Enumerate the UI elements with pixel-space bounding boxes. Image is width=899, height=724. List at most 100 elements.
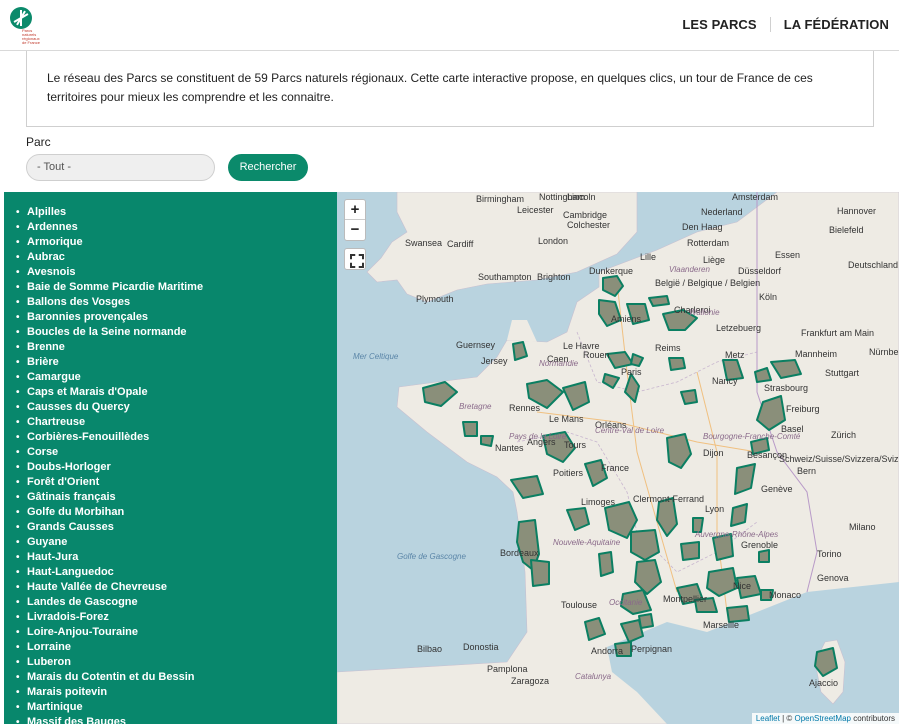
map-label-poitiers: Poitiers [553, 468, 584, 478]
park-list-item[interactable]: Boucles de la Seine normande [16, 325, 337, 340]
map-label-clermont: Clermont-Ferrand [633, 494, 705, 504]
park-list-item[interactable]: Haut-Languedoc [16, 565, 337, 580]
map-label-dusseldorf: Düsseldorf [738, 266, 782, 276]
parc-filter-label: Parc [26, 135, 51, 149]
park-list-item[interactable]: Ballons des Vosges [16, 295, 337, 310]
park-list-item[interactable]: Livradois-Forez [16, 610, 337, 625]
park-list-item[interactable]: Gâtinais français [16, 490, 337, 505]
park-list-item[interactable]: Landes de Gascogne [16, 595, 337, 610]
map-label-geneve: Genève [761, 484, 793, 494]
park-list-item[interactable]: Forêt d'Orient [16, 475, 337, 490]
map-label-den-haag: Den Haag [682, 222, 723, 232]
map-label-hannover: Hannover [837, 206, 877, 216]
zoom-out-button[interactable]: − [345, 220, 365, 240]
park-list-item[interactable]: Chartreuse [16, 415, 337, 430]
map-label-luxembourg: Letzebuerg [716, 323, 762, 333]
park-list-item[interactable]: Causses du Quercy [16, 400, 337, 415]
park-list-sidebar: AlpillesArdennesArmoriqueAubracAvesnoisB… [4, 192, 337, 724]
park-list-item[interactable]: Doubs-Horloger [16, 460, 337, 475]
park-list-item[interactable]: Loire-Anjou-Touraine [16, 625, 337, 640]
map-label-koln: Köln [759, 292, 778, 302]
search-button[interactable]: Rechercher [228, 154, 308, 181]
map-label-bern: Bern [797, 466, 817, 476]
park-list-item[interactable]: Aubrac [16, 250, 337, 265]
park-list-item[interactable]: Ardennes [16, 220, 337, 235]
park-list-item[interactable]: Marais poitevin [16, 685, 337, 700]
park-list-item[interactable]: Corse [16, 445, 337, 460]
map-label-lille: Lille [640, 252, 657, 262]
map-label-stuttgart: Stuttgart [825, 368, 860, 378]
map-label-schweiz: Schweiz/Suisse/Svizzera/Svizra [779, 454, 899, 464]
attribution-suffix: contributors [850, 714, 895, 723]
map-label-jersey: Jersey [481, 356, 508, 366]
leaflet-link[interactable]: Leaflet [756, 714, 780, 723]
zoom-control: + − [344, 199, 366, 241]
park-list-item[interactable]: Martinique [16, 700, 337, 715]
map-label-lincoln: Lincoln [567, 192, 596, 202]
park-list-item[interactable]: Massif des Bauges [16, 715, 337, 724]
main-nav: LES PARCS LA FÉDÉRATION [669, 17, 889, 32]
map-label-wallonie: Wallonie [689, 308, 720, 317]
park-list-item[interactable]: Baronnies provençales [16, 310, 337, 325]
map-label-donostia: Donostia [463, 642, 499, 652]
map-label-catalunya: Catalunya [575, 672, 612, 681]
logo-star-icon [10, 7, 32, 29]
map-label-pays-loire: Pays de la Loire [509, 432, 567, 441]
site-header: Parcs naturels régionaux de France LES P… [0, 0, 899, 51]
park-list-item[interactable]: Grands Causses [16, 520, 337, 535]
park-list-item[interactable]: Guyane [16, 535, 337, 550]
park-list-item[interactable]: Corbières-Fenouillèdes [16, 430, 337, 445]
map-label-lyon: Lyon [705, 504, 725, 514]
map-label-deutschland: Deutschland [848, 260, 899, 270]
park-list-item[interactable]: Brenne [16, 340, 337, 355]
map-label-frankfurt: Frankfurt am Main [801, 328, 875, 338]
nav-les-parcs[interactable]: LES PARCS [669, 17, 771, 32]
map-label-marseille: Marseille [703, 620, 740, 630]
map-label-nantes: Nantes [495, 443, 524, 453]
zoom-in-button[interactable]: + [345, 200, 365, 220]
park-list-item[interactable]: Haute Vallée de Chevreuse [16, 580, 337, 595]
park-list-item[interactable]: Avesnois [16, 265, 337, 280]
nav-la-federation[interactable]: LA FÉDÉRATION [771, 17, 889, 32]
map-label-ajaccio: Ajaccio [809, 678, 839, 688]
fullscreen-icon[interactable] [344, 248, 366, 270]
park-list-item[interactable]: Haut-Jura [16, 550, 337, 565]
park-list-item[interactable]: Luberon [16, 655, 337, 670]
map-label-tours: Tours [564, 440, 587, 450]
park-list-item[interactable]: Baie de Somme Picardie Maritime [16, 280, 337, 295]
map-label-golfe: Golfe de Gascogne [397, 552, 466, 561]
map-label-dunkerque: Dunkerque [589, 266, 634, 276]
park-list-item[interactable]: Armorique [16, 235, 337, 250]
osm-link[interactable]: OpenStreetMap [794, 714, 850, 723]
map-label-metz: Metz [725, 350, 745, 360]
map-label-leicester: Leicester [517, 205, 554, 215]
logo[interactable]: Parcs naturels régionaux de France [8, 5, 48, 45]
park-list-item[interactable]: Golfe du Morbihan [16, 505, 337, 520]
intro-box: Le réseau des Parcs se constituent de 59… [26, 51, 874, 127]
map-view[interactable]: + − Birmingham Leicester Nottingham Linc… [337, 192, 899, 724]
map-label-essen: Essen [775, 250, 801, 260]
map-label-strasbourg: Strasbourg [764, 383, 809, 393]
map-label-bielefeld: Bielefeld [829, 225, 864, 235]
parc-select[interactable]: - Tout - [26, 154, 215, 181]
map-label-milano: Milano [849, 522, 876, 532]
park-list-item[interactable]: Brière [16, 355, 337, 370]
map-label-amsterdam: Amsterdam [732, 192, 779, 202]
map-label-normandie: Normandie [539, 359, 579, 368]
map-label-cambridge: Cambridge [563, 210, 608, 220]
map-label-reims: Reims [655, 343, 681, 353]
map-label-paris: Paris [621, 367, 642, 377]
map-label-belgique: België / Belgique / Belgien [655, 278, 761, 288]
map-label-london: London [538, 236, 569, 246]
map-label-centre-val: Centre-Val de Loire [595, 426, 665, 435]
park-list-item[interactable]: Lorraine [16, 640, 337, 655]
park-list-item[interactable]: Camargue [16, 370, 337, 385]
map-label-pamplona: Pamplona [487, 664, 528, 674]
map-label-dijon: Dijon [703, 448, 724, 458]
map-label-bilbao: Bilbao [417, 644, 443, 654]
park-list-item[interactable]: Alpilles [16, 205, 337, 220]
park-list-item[interactable]: Caps et Marais d'Opale [16, 385, 337, 400]
park-list-item[interactable]: Marais du Cotentin et du Bessin [16, 670, 337, 685]
attribution-sep: | © [779, 714, 795, 723]
map-label-nouvelle-aquitaine: Nouvelle-Aquitaine [553, 538, 621, 547]
